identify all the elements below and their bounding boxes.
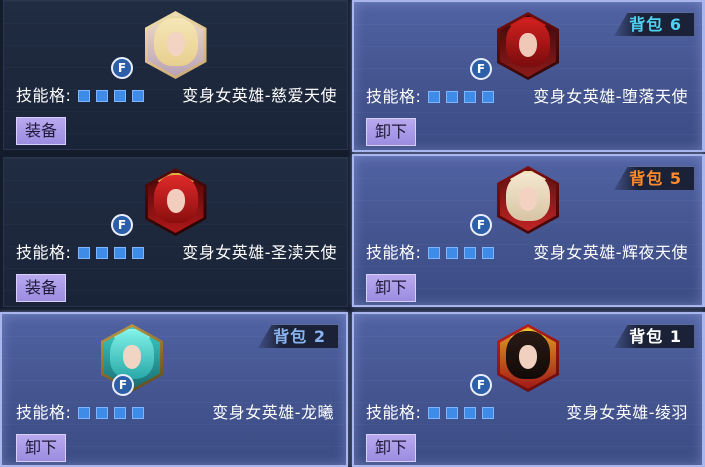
skill-slots bbox=[428, 91, 500, 104]
hero-name: 变身女英雄-堕落天使 bbox=[533, 87, 688, 106]
unequip-button[interactable]: 卸下 bbox=[366, 274, 417, 302]
skill-slot-label: 技能格: bbox=[16, 403, 72, 422]
skill-slot-label: 技能格: bbox=[16, 86, 72, 105]
hero-name: 变身女英雄-圣渎天使 bbox=[182, 243, 337, 262]
bag-slot-badge: 背包 1 bbox=[614, 324, 694, 348]
skill-slot-icon bbox=[78, 247, 90, 259]
skill-slot-icon bbox=[446, 91, 458, 103]
hero-name: 变身女英雄-绫羽 bbox=[566, 403, 688, 422]
blonde-angel-portrait-icon bbox=[144, 11, 207, 79]
skill-slots bbox=[78, 90, 150, 103]
skill-slot-label: 技能格: bbox=[16, 243, 72, 262]
skill-slot-icon bbox=[96, 90, 108, 102]
hero-card-shengdu-angel[interactable]: F 技能格: 变身女英雄-圣渎天使 装备 bbox=[3, 157, 348, 307]
skill-slot-icon bbox=[446, 407, 458, 419]
skill-slots bbox=[428, 247, 500, 260]
unequip-button[interactable]: 卸下 bbox=[16, 434, 67, 462]
hero-card-fallen-angel[interactable]: 背包 6 F 技能格: 变身女英雄-堕落天使 卸下 bbox=[352, 0, 705, 152]
skill-slot-icon bbox=[428, 247, 440, 259]
skill-slot-icon bbox=[78, 90, 90, 102]
bag-slot-badge: 背包 2 bbox=[258, 324, 338, 348]
f-rank-badge-icon: F bbox=[111, 214, 133, 236]
equip-button[interactable]: 装备 bbox=[16, 117, 67, 145]
skill-slot-icon bbox=[446, 247, 458, 259]
skill-slot-icon bbox=[78, 407, 90, 419]
skill-slot-icon bbox=[114, 407, 126, 419]
unequip-button[interactable]: 卸下 bbox=[366, 434, 417, 462]
light-hair-night-angel-portrait-icon bbox=[497, 166, 559, 234]
black-hair-phoenix-portrait-icon bbox=[497, 324, 559, 392]
red-dark-angel-portrait-icon bbox=[144, 168, 207, 236]
bag-slot-badge: 背包 5 bbox=[614, 166, 694, 190]
skill-slot-icon bbox=[132, 407, 144, 419]
skill-slots bbox=[78, 247, 150, 260]
skill-slots bbox=[78, 407, 150, 420]
skill-slot-icon bbox=[428, 91, 440, 103]
hero-name: 变身女英雄-慈爱天使 bbox=[182, 86, 337, 105]
skill-slots bbox=[428, 407, 500, 420]
bag-slot-badge: 背包 6 bbox=[614, 12, 694, 36]
hero-card-longxi[interactable]: 背包 2 F 技能格: 变身女英雄-龙曦 卸下 bbox=[0, 312, 348, 467]
skill-slot-icon bbox=[464, 247, 476, 259]
skill-slot-icon bbox=[464, 91, 476, 103]
hero-card-ciai-angel[interactable]: F 技能格: 变身女英雄-慈爱天使 装备 bbox=[3, 0, 348, 150]
red-hair-fallen-angel-portrait-icon bbox=[497, 12, 559, 80]
hero-card-lingyu[interactable]: 背包 1 F 技能格: 变身女英雄-绫羽 卸下 bbox=[352, 312, 705, 467]
skill-slot-icon bbox=[114, 90, 126, 102]
skill-slot-icon bbox=[482, 407, 494, 419]
f-rank-badge-icon: F bbox=[470, 214, 492, 236]
f-rank-badge-icon: F bbox=[470, 374, 492, 396]
skill-slot-label: 技能格: bbox=[366, 243, 422, 262]
skill-slot-label: 技能格: bbox=[366, 87, 422, 106]
f-rank-badge-icon: F bbox=[111, 57, 133, 79]
f-rank-badge-icon: F bbox=[112, 374, 134, 396]
hero-name: 变身女英雄-龙曦 bbox=[212, 403, 334, 422]
skill-slot-icon bbox=[482, 91, 494, 103]
skill-slot-icon bbox=[428, 407, 440, 419]
hero-transform-grid: F 技能格: 变身女英雄-慈爱天使 装备 背包 6 F 技能格: 变身女英雄-堕… bbox=[0, 0, 705, 467]
skill-slot-label: 技能格: bbox=[366, 403, 422, 422]
equip-button[interactable]: 装备 bbox=[16, 274, 67, 302]
skill-slot-icon bbox=[132, 90, 144, 102]
skill-slot-icon bbox=[96, 247, 108, 259]
hero-card-huiye-angel[interactable]: 背包 5 F 技能格: 变身女英雄-辉夜天使 卸下 bbox=[352, 154, 705, 307]
hero-name: 变身女英雄-辉夜天使 bbox=[533, 243, 688, 262]
skill-slot-icon bbox=[464, 407, 476, 419]
skill-slot-icon bbox=[114, 247, 126, 259]
unequip-button[interactable]: 卸下 bbox=[366, 118, 417, 146]
skill-slot-icon bbox=[482, 247, 494, 259]
skill-slot-icon bbox=[132, 247, 144, 259]
f-rank-badge-icon: F bbox=[470, 58, 492, 80]
skill-slot-icon bbox=[96, 407, 108, 419]
